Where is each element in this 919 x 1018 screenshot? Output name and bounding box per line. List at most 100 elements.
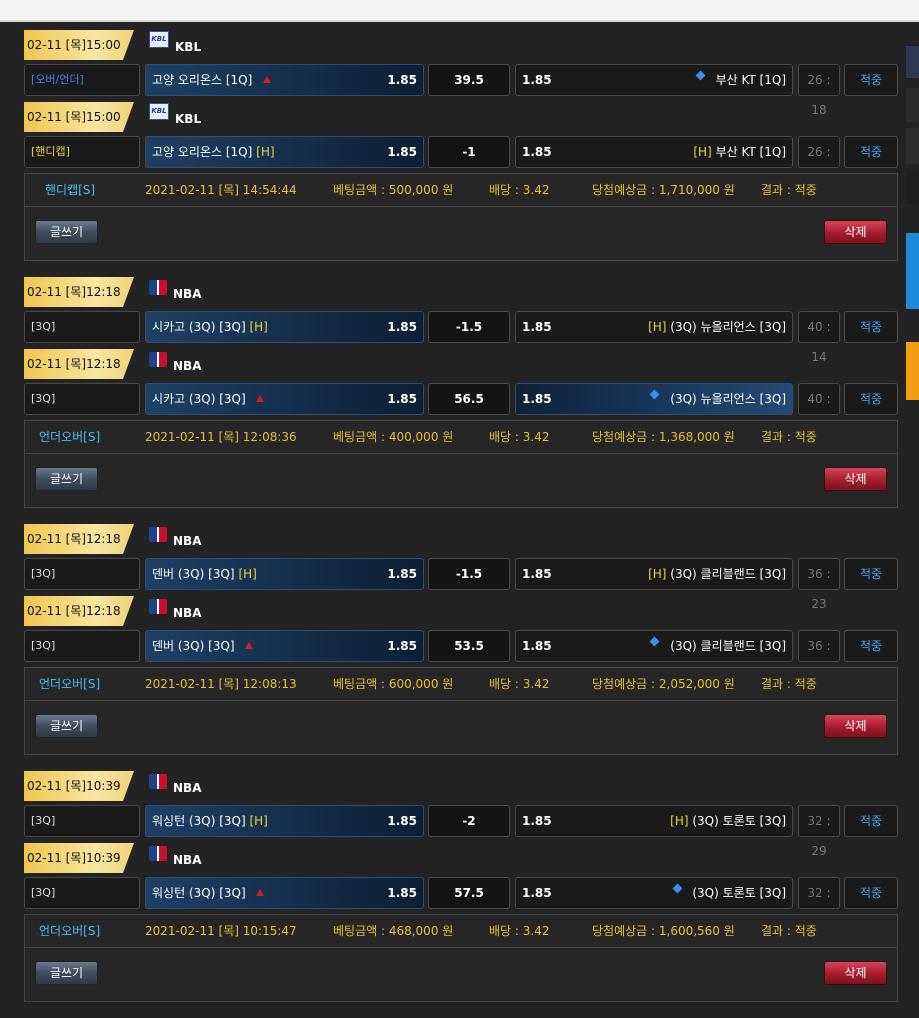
side-banner-strip-6[interactable] bbox=[906, 342, 919, 400]
bet-type-cell: [3Q] bbox=[24, 877, 140, 909]
bet-group: 02-11 [목]12:18 NBA [3Q] 덴버 (3Q) [3Q] [H]… bbox=[24, 524, 898, 755]
away-team-button[interactable]: 1.85 [H] (3Q) 클리블랜드 [3Q] bbox=[515, 558, 793, 590]
side-banner-strip-4[interactable] bbox=[906, 170, 919, 204]
result-cell: 적중 bbox=[844, 136, 898, 168]
home-mark-slot bbox=[249, 886, 265, 900]
line-value-button[interactable]: -1 bbox=[428, 136, 510, 168]
league-name: NBA bbox=[173, 534, 202, 548]
away-team-button[interactable]: 1.85 (3Q) 뉴올리언스 [3Q] bbox=[515, 383, 793, 415]
side-banner-strip[interactable] bbox=[906, 46, 919, 78]
write-post-button[interactable]: 글쓰기 bbox=[35, 220, 98, 244]
under-diamond-icon bbox=[650, 636, 660, 647]
home-team-name: 고양 오리온스 [1Q] bbox=[152, 73, 253, 87]
line-value-button[interactable]: 57.5 bbox=[428, 877, 510, 909]
league-name: NBA bbox=[173, 606, 202, 620]
away-team-name: (3Q) 뉴올리언스 [3Q] bbox=[670, 320, 786, 334]
match-date-tag: 02-11 [목]12:18 bbox=[24, 524, 134, 554]
league-name: KBL bbox=[175, 40, 202, 54]
away-team-name: (3Q) 토론토 [3Q] bbox=[692, 814, 786, 828]
summary-bet-date: 2021-02-11 [목] 12:08:36 bbox=[145, 430, 297, 444]
home-odds: 1.85 bbox=[387, 73, 417, 87]
write-post-button[interactable]: 글쓰기 bbox=[35, 714, 98, 738]
game-time-cell: 40 : 14 bbox=[798, 311, 840, 364]
away-team-name: (3Q) 클리블랜드 [3Q] bbox=[670, 639, 786, 653]
away-team-button[interactable]: 1.85 [H] 부산 KT [1Q] bbox=[515, 136, 793, 168]
game-time-cell: 26 : 18 bbox=[798, 136, 840, 189]
side-banner-strip-3[interactable] bbox=[906, 128, 919, 164]
over-arrow-icon bbox=[256, 889, 265, 896]
home-odds: 1.85 bbox=[387, 320, 417, 334]
bet-group: 02-11 [목]10:39 NBA [3Q] 워싱턴 (3Q) [3Q] [H… bbox=[24, 771, 898, 1002]
home-team-button[interactable]: 고양 오리온스 [1Q] 1.85 bbox=[145, 64, 424, 96]
game-time-cell: 26 : 18 bbox=[798, 64, 840, 117]
bet-odds-row: [3Q] 워싱턴 (3Q) [3Q] 1.85 57.5 1.85 (3Q) 토… bbox=[24, 877, 898, 930]
away-team-label: (3Q) 뉴올리언스 [3Q] bbox=[650, 384, 786, 414]
away-mark-slot bbox=[650, 389, 666, 406]
summary-total-odds: 배당 : 3.42 bbox=[489, 924, 550, 938]
home-odds: 1.85 bbox=[387, 567, 417, 581]
away-team-button[interactable]: 1.85 [H] (3Q) 토론토 [3Q] bbox=[515, 805, 793, 837]
away-odds: 1.85 bbox=[522, 886, 552, 900]
away-team-label: [H] (3Q) 뉴올리언스 [3Q] bbox=[648, 312, 786, 342]
home-team-button[interactable]: 워싱턴 (3Q) [3Q] 1.85 bbox=[145, 877, 424, 909]
home-team-button[interactable]: 덴버 (3Q) [3Q] 1.85 bbox=[145, 630, 424, 662]
home-team-label: 덴버 (3Q) [3Q] bbox=[152, 631, 254, 661]
write-post-button[interactable]: 글쓰기 bbox=[35, 467, 98, 491]
away-team-button[interactable]: 1.85 부산 KT [1Q] bbox=[515, 64, 793, 96]
away-odds: 1.85 bbox=[522, 320, 552, 334]
result-cell: 적중 bbox=[844, 311, 898, 343]
away-team-button[interactable]: 1.85 (3Q) 클리블랜드 [3Q] bbox=[515, 630, 793, 662]
delete-bet-button[interactable]: 삭제 bbox=[824, 220, 887, 244]
home-team-button[interactable]: 시카고 (3Q) [3Q] 1.85 bbox=[145, 383, 424, 415]
away-team-label: [H] 부산 KT [1Q] bbox=[693, 137, 786, 167]
home-team-button[interactable]: 고양 오리온스 [1Q] [H] 1.85 bbox=[145, 136, 424, 168]
home-team-button[interactable]: 시카고 (3Q) [3Q] [H] 1.85 bbox=[145, 311, 424, 343]
under-diamond-icon bbox=[672, 883, 682, 894]
match-block: 02-11 [목]15:00 KBL KBL [오버/언더] 고양 오리온스 [… bbox=[24, 30, 898, 117]
write-post-button[interactable]: 글쓰기 bbox=[35, 961, 98, 985]
summary-bet-amount: 베팅금액 : 600,000 원 bbox=[333, 677, 454, 691]
home-team-button[interactable]: 덴버 (3Q) [3Q] [H] 1.85 bbox=[145, 558, 424, 590]
bet-type-cell: [3Q] bbox=[24, 558, 140, 590]
away-team-button[interactable]: 1.85 (3Q) 토론토 [3Q] bbox=[515, 877, 793, 909]
bet-odds-row: [핸디캡] 고양 오리온스 [1Q] [H] 1.85 -1 1.85 [H] bbox=[24, 136, 898, 189]
summary-expected-win: 당첨예상금 : 2,052,000 원 bbox=[592, 677, 735, 691]
line-value-button[interactable]: 39.5 bbox=[428, 64, 510, 96]
delete-bet-button[interactable]: 삭제 bbox=[824, 467, 887, 491]
away-team-label: (3Q) 토론토 [3Q] bbox=[672, 878, 786, 908]
line-value-button[interactable]: -1.5 bbox=[428, 558, 510, 590]
match-date-tag: 02-11 [목]15:00 bbox=[24, 30, 134, 60]
over-arrow-icon bbox=[245, 642, 254, 649]
side-banner-strip-5[interactable] bbox=[906, 233, 919, 309]
line-value-button[interactable]: -1.5 bbox=[428, 311, 510, 343]
home-team-label: 덴버 (3Q) [3Q] [H] bbox=[152, 559, 257, 589]
summary-bet-amount: 베팅금액 : 468,000 원 bbox=[333, 924, 454, 938]
league-name: NBA bbox=[173, 853, 202, 867]
side-banner-strip-2[interactable] bbox=[906, 88, 919, 122]
under-diamond-icon bbox=[695, 70, 706, 81]
game-time-cell: 40 : 14 bbox=[798, 383, 840, 436]
bet-odds-row: [3Q] 덴버 (3Q) [3Q] 1.85 53.5 1.85 (3Q) 클리… bbox=[24, 630, 898, 683]
bet-summary-row: 언더오버[S] 2021-02-11 [목] 12:08:36 베팅금액 : 4… bbox=[25, 421, 897, 454]
away-odds: 1.85 bbox=[522, 814, 552, 828]
line-value-button[interactable]: 56.5 bbox=[428, 383, 510, 415]
line-value-button[interactable]: 53.5 bbox=[428, 630, 510, 662]
summary-bet-date: 2021-02-11 [목] 12:08:13 bbox=[145, 677, 297, 691]
summary-total-odds: 배당 : 3.42 bbox=[489, 677, 550, 691]
away-team-button[interactable]: 1.85 [H] (3Q) 뉴올리언스 [3Q] bbox=[515, 311, 793, 343]
home-team-label: 워싱턴 (3Q) [3Q] [H] bbox=[152, 806, 268, 836]
bet-summary-panel: 언더오버[S] 2021-02-11 [목] 10:15:47 베팅금액 : 4… bbox=[24, 914, 898, 1002]
league-name: KBL bbox=[175, 112, 202, 126]
summary-bet-type: 언더오버[S] bbox=[39, 924, 101, 938]
result-cell: 적중 bbox=[844, 805, 898, 837]
delete-bet-button[interactable]: 삭제 bbox=[824, 961, 887, 985]
away-mark-slot bbox=[695, 70, 712, 87]
game-time-cell: 36 : 23 bbox=[798, 630, 840, 683]
bet-group: 02-11 [목]12:18 NBA [3Q] 시카고 (3Q) [3Q] [H… bbox=[24, 277, 898, 508]
line-value-button[interactable]: -2 bbox=[428, 805, 510, 837]
delete-bet-button[interactable]: 삭제 bbox=[824, 714, 887, 738]
match-block: 02-11 [목]12:18 NBA [3Q] 시카고 (3Q) [3Q] [H… bbox=[24, 277, 898, 364]
bet-history-list: 02-11 [목]15:00 KBL KBL [오버/언더] 고양 오리온스 [… bbox=[24, 30, 898, 1018]
bet-type-cell: [3Q] bbox=[24, 630, 140, 662]
home-team-button[interactable]: 워싱턴 (3Q) [3Q] [H] 1.85 bbox=[145, 805, 424, 837]
